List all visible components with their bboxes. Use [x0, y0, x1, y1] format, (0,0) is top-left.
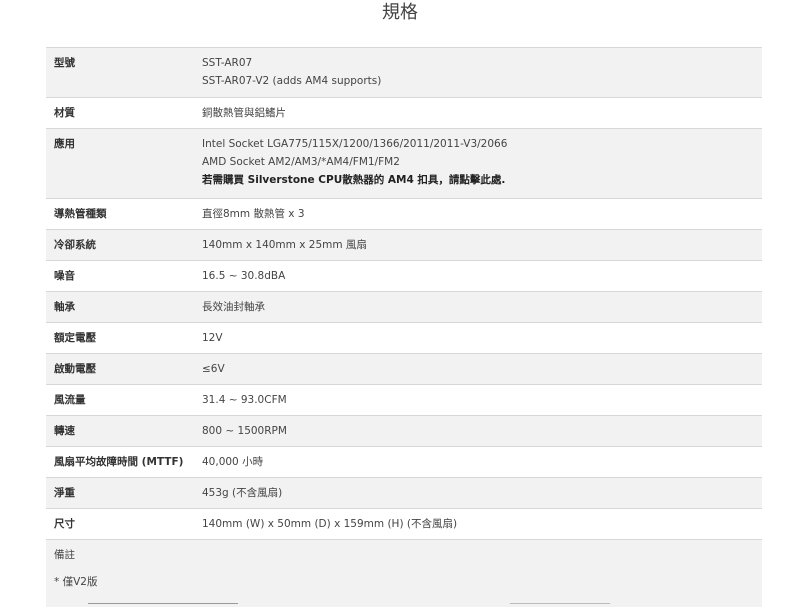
- spec-label: 淨重: [54, 487, 75, 499]
- spec-label: 冷卻系統: [54, 239, 96, 251]
- spec-value-cell: SST-AR07 SST-AR07-V2 (adds AM4 supports): [202, 47, 762, 98]
- spec-label-cell: 風流量: [46, 384, 202, 416]
- spec-value-cell: 銅散熱管與鋁鰭片: [202, 97, 762, 129]
- spec-table: 型號 SST-AR07 SST-AR07-V2 (adds AM4 supports…: [46, 47, 762, 539]
- spec-value-cell: Intel Socket LGA775/115X/1200/1366/2011/…: [202, 128, 762, 199]
- spec-label-cell: 型號: [46, 47, 202, 98]
- spec-label: 噪音: [54, 270, 75, 282]
- spec-value-cell: 800 ~ 1500RPM: [202, 415, 762, 447]
- spec-row: 型號 SST-AR07 SST-AR07-V2 (adds AM4 supports…: [46, 47, 762, 98]
- spec-row: 風扇平均故障時間 (MTTF) 40,000 小時: [46, 446, 762, 478]
- spec-label-cell: 材質: [46, 97, 202, 129]
- spec-row: 軸承 長效油封軸承: [46, 291, 762, 323]
- spec-label: 轉速: [54, 425, 75, 437]
- spec-value-line: 16.5 ~ 30.8dBA: [202, 270, 286, 282]
- spec-row: 尺寸 140mm (W) x 50mm (D) x 159mm (H) (不含風扇…: [46, 508, 762, 539]
- spec-row: 額定電壓 12V: [46, 322, 762, 354]
- spec-value-line: 40,000 小時: [202, 456, 264, 468]
- spec-label-cell: 應用: [46, 128, 202, 199]
- spec-value-line[interactable]: 若需購買 Silverstone CPU散熱器的 AM4 扣具，請點擊此處.: [202, 171, 762, 189]
- spec-label: 額定電壓: [54, 332, 96, 344]
- spec-value-line: 長效油封軸承: [202, 301, 265, 313]
- spec-row: 啟動電壓 ≤6V: [46, 353, 762, 385]
- spec-row: 材質 銅散熱管與鋁鰭片: [46, 97, 762, 129]
- spec-label: 風流量: [54, 394, 86, 406]
- spec-value-cell: 16.5 ~ 30.8dBA: [202, 260, 762, 292]
- spec-label-cell: 冷卻系統: [46, 229, 202, 261]
- spec-row: 冷卻系統 140mm x 140mm x 25mm 風扇: [46, 229, 762, 261]
- spec-label-cell: 尺寸: [46, 508, 202, 539]
- spec-value-line: 直徑8mm 散熱管 x 3: [202, 208, 305, 220]
- spec-value-line: SST-AR07: [202, 57, 253, 69]
- spec-value-cell: 長效油封軸承: [202, 291, 762, 323]
- spec-value-cell: 31.4 ~ 93.0CFM: [202, 384, 762, 416]
- spec-value-cell: 453g (不含風扇): [202, 477, 762, 509]
- spec-label: 啟動電壓: [54, 363, 96, 375]
- spec-label: 材質: [54, 107, 75, 119]
- spec-row: 導熱管種類 直徑8mm 散熱管 x 3: [46, 198, 762, 230]
- spec-value-line: 銅散熱管與鋁鰭片: [202, 107, 286, 119]
- spec-label: 型號: [54, 57, 75, 69]
- spec-label-cell: 軸承: [46, 291, 202, 323]
- spec-value-line: 140mm (W) x 50mm (D) x 159mm (H) (不含風扇): [202, 518, 458, 530]
- spec-label: 軸承: [54, 301, 75, 313]
- spec-value-line: 453g (不含風扇): [202, 487, 283, 499]
- spec-value-cell: 12V: [202, 322, 762, 354]
- spec-label-cell: 啟動電壓: [46, 353, 202, 385]
- spec-row: 淨重 453g (不含風扇): [46, 477, 762, 509]
- spec-value-cell: 40,000 小時: [202, 446, 762, 478]
- spec-label: 尺寸: [54, 518, 75, 530]
- spec-label-cell: 額定電壓: [46, 322, 202, 354]
- notes-item: * 僅V2版: [54, 576, 98, 588]
- notes-title: 備註: [54, 549, 75, 561]
- page-title: 規格: [382, 2, 418, 23]
- spec-value-cell: 140mm x 140mm x 25mm 風扇: [202, 229, 762, 261]
- divider: [88, 603, 238, 604]
- spec-value-line: 31.4 ~ 93.0CFM: [202, 394, 287, 406]
- spec-label-cell: 轉速: [46, 415, 202, 447]
- spec-row: 風流量 31.4 ~ 93.0CFM: [46, 384, 762, 416]
- spec-row: 噪音 16.5 ~ 30.8dBA: [46, 260, 762, 292]
- spec-label-cell: 淨重: [46, 477, 202, 509]
- spec-label-cell: 導熱管種類: [46, 198, 202, 230]
- spec-value-cell: 140mm (W) x 50mm (D) x 159mm (H) (不含風扇): [202, 508, 762, 539]
- spec-row: 轉速 800 ~ 1500RPM: [46, 415, 762, 447]
- notes-section: 備註 * 僅V2版: [46, 539, 762, 607]
- spec-label: 應用: [54, 138, 75, 150]
- spec-value-line: AMD Socket AM2/AM3/*AM4/FM1/FM2: [202, 156, 400, 168]
- spec-label-cell: 風扇平均故障時間 (MTTF): [46, 446, 202, 478]
- spec-value-line: Intel Socket LGA775/115X/1200/1366/2011/…: [202, 138, 508, 150]
- spec-value-cell: ≤6V: [202, 353, 762, 385]
- spec-table-body: 型號 SST-AR07 SST-AR07-V2 (adds AM4 supports…: [46, 47, 762, 539]
- spec-value-line: SST-AR07-V2 (adds AM4 supports): [202, 75, 382, 87]
- spec-value-cell: 直徑8mm 散熱管 x 3: [202, 198, 762, 230]
- spec-value-line: 12V: [202, 332, 223, 344]
- spec-label-cell: 噪音: [46, 260, 202, 292]
- spec-value-line: 140mm x 140mm x 25mm 風扇: [202, 239, 367, 251]
- spec-label: 風扇平均故障時間 (MTTF): [54, 456, 184, 468]
- spec-value-line: 800 ~ 1500RPM: [202, 425, 287, 437]
- spec-label: 導熱管種類: [54, 208, 107, 220]
- spec-value-line: ≤6V: [202, 363, 225, 375]
- divider: [510, 603, 610, 604]
- spec-row: 應用 Intel Socket LGA775/115X/1200/1366/201…: [46, 128, 762, 199]
